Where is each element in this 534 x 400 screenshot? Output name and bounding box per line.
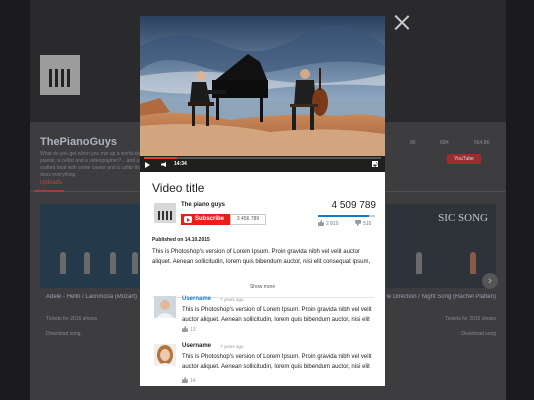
comment-text: This is Photoshop's version of Lorem Ips… bbox=[182, 307, 372, 323]
channel-avatar bbox=[40, 55, 80, 95]
comment-like-button[interactable]: 13 bbox=[182, 326, 196, 333]
progress-bar[interactable] bbox=[144, 157, 381, 159]
dislike-button[interactable]: 510 bbox=[355, 220, 371, 227]
publish-date: Published on 14.10.2015 bbox=[152, 237, 210, 243]
subscribe-label: Subscribe bbox=[195, 216, 225, 222]
comment-time: 7 years ago bbox=[220, 297, 244, 302]
volume-icon[interactable] bbox=[161, 162, 166, 167]
video-modal: 14:34 Video title The piano guys Subscri… bbox=[140, 16, 385, 386]
comment-like-button[interactable]: 14 bbox=[182, 377, 196, 384]
comment-avatar[interactable] bbox=[154, 296, 176, 318]
youtube-button[interactable]: YouTube bbox=[447, 154, 481, 164]
progress-fill bbox=[144, 157, 178, 159]
thumbs-up-icon bbox=[182, 326, 188, 332]
comment-avatar[interactable] bbox=[154, 344, 176, 366]
thumbs-down-icon bbox=[355, 220, 361, 226]
video-description: This is Photoshop's version of Lorem Ips… bbox=[152, 249, 371, 265]
subscribe-button[interactable]: Subscribe bbox=[181, 214, 230, 225]
channel-description: What do you get when you mix up a world-… bbox=[40, 151, 146, 178]
dislike-count: 510 bbox=[363, 221, 372, 227]
thumb-overlay-text: SIC SONG bbox=[438, 212, 488, 224]
fullscreen-icon[interactable] bbox=[372, 161, 378, 167]
video-left-title[interactable]: Adele - Hello / Lacrimosa (Mozart) bbox=[46, 294, 146, 300]
avatar-image bbox=[154, 344, 176, 366]
like-button[interactable]: 2 810 bbox=[318, 220, 339, 227]
comment-like-count: 13 bbox=[190, 327, 196, 333]
subscriber-count: 3 456 789 bbox=[230, 214, 266, 225]
video-time: 14:34 bbox=[174, 161, 187, 167]
video-thumbnail-left[interactable] bbox=[40, 204, 148, 288]
avatar-image bbox=[154, 296, 176, 318]
video-left-download: Download song: bbox=[46, 331, 82, 337]
video-thumbnail-right[interactable]: SIC SONG bbox=[386, 204, 496, 288]
play-icon[interactable] bbox=[145, 162, 150, 168]
stat-1: 80 bbox=[410, 140, 416, 146]
video-controls: 14:34 bbox=[140, 156, 385, 172]
channel-thumbnail[interactable] bbox=[154, 203, 176, 223]
video-frame bbox=[140, 16, 385, 172]
comment-username[interactable]: Username bbox=[182, 343, 211, 349]
like-ratio-fill bbox=[318, 215, 370, 217]
next-arrow-icon[interactable]: › bbox=[482, 273, 498, 289]
video-left-sub: Tickets for 2016 shows bbox=[46, 316, 97, 322]
stat-3: 664.8K bbox=[474, 140, 490, 146]
video-right-title[interactable]: Story of My Life - One Direction / Night… bbox=[386, 294, 496, 300]
tab-uploads[interactable]: Uploads bbox=[40, 180, 62, 186]
tab-active-indicator bbox=[34, 190, 64, 192]
comment-text: This is Photoshop's version of Lorem Ips… bbox=[182, 354, 372, 370]
video-right-sub: Tickets for 2016 shows bbox=[445, 316, 496, 322]
like-count: 2 810 bbox=[326, 221, 339, 227]
video-right-download: Download song: bbox=[460, 331, 496, 337]
youtube-logo-icon bbox=[184, 216, 192, 223]
thumbs-up-icon bbox=[318, 220, 324, 226]
view-count: 4 509 789 bbox=[331, 200, 377, 211]
channel-link[interactable]: The piano guys bbox=[181, 202, 225, 208]
comment-username[interactable]: Username bbox=[182, 296, 211, 302]
comment-time: 7 years ago bbox=[220, 344, 244, 349]
video-player[interactable]: 14:34 bbox=[140, 16, 385, 172]
channel-name: ThePianoGuys bbox=[40, 136, 118, 148]
close-icon[interactable] bbox=[394, 14, 410, 30]
like-ratio-bar bbox=[318, 215, 375, 217]
comment-like-count: 14 bbox=[190, 378, 196, 384]
thumbs-up-icon bbox=[182, 377, 188, 383]
video-title: Video title bbox=[152, 181, 205, 195]
show-more-link[interactable]: Show more bbox=[140, 284, 385, 290]
stat-2: 69K bbox=[440, 140, 449, 146]
